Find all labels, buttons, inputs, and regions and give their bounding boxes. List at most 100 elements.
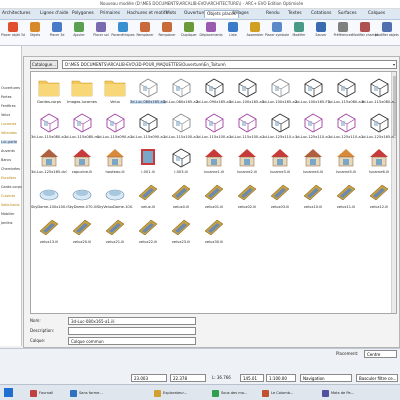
tree-item[interactable]: Bancs [1, 158, 11, 162]
object-thumbnail-item[interactable]: SkyDome-070.ili [67, 181, 97, 213]
object-thumbnail-item[interactable]: 3d-Luc-125x165-d... [361, 111, 396, 143]
object-thumbnail-item[interactable]: velux11.ili [331, 181, 361, 213]
object-thumbnail-item[interactable]: Gardes-corps [34, 76, 64, 108]
menu-tab[interactable]: Calques [368, 11, 385, 16]
tree-item[interactable]: Fenêtres [1, 104, 16, 108]
taskbar-app-button[interactable]: Le Colomb... [262, 389, 293, 398]
object-thumbnail-item[interactable]: velux01.ili [199, 181, 229, 213]
object-thumbnail-item[interactable]: velux10.ili [298, 181, 328, 213]
object-thumbnail-item[interactable]: Images-lucarnes [67, 76, 97, 108]
object-thumbnail-item[interactable]: 3d-Luc-115x080-a.ili [328, 76, 364, 108]
object-thumbnail-item[interactable]: 3d-Luc-115x080-m... [64, 111, 100, 143]
object-thumbnail-item[interactable]: velux13.ili [34, 216, 64, 248]
object-thumbnail-item[interactable]: 3d-Luc-115x100-a... [196, 111, 232, 143]
toolbar-button[interactable]: Ajouter [68, 22, 90, 42]
menu-tab[interactable]: Polygones [72, 11, 94, 16]
tree-item[interactable]: Garde-corps [1, 185, 22, 189]
object-thumbnail-item[interactable]: 3d-Luc-125x110-c... [262, 111, 298, 143]
taskbar-app-button[interactable]: Mots de Pa... [322, 389, 354, 398]
tree-item[interactable]: Auvents [1, 149, 15, 153]
object-thumbnail-item[interactable]: velux12.ili [364, 181, 394, 213]
object-thumbnail-item[interactable]: 3d-Luc-090x165-a1.ili [196, 76, 232, 108]
toolbar-button[interactable]: Modifier objets [375, 22, 399, 42]
taskbar-app-button[interactable]: Sans forme... [70, 389, 103, 398]
menu-tab[interactable]: Primaires [100, 11, 120, 16]
object-thumbnail-item[interactable]: velux.ili [133, 181, 163, 213]
object-thumbnail-item[interactable]: 3d-Luc-115x080-a... [31, 111, 67, 143]
property-value-field[interactable]: Calque commun [68, 337, 196, 345]
tree-item[interactable]: Ouvertures [1, 86, 20, 90]
toolbar-button[interactable]: Placer sol [90, 22, 112, 42]
library-tree-panel[interactable]: Ouvertures Portes Fenêtres Velux Lucarnes Vér… [0, 46, 22, 346]
toolbar-button[interactable]: Préférences [332, 22, 354, 42]
tree-item[interactable]: Jardins [1, 221, 12, 225]
taskbar-app-button[interactable]: Fournail [30, 389, 53, 398]
toolbar-button[interactable]: Déplacements [200, 22, 223, 42]
menu-tab[interactable]: Images [233, 11, 249, 16]
menu-tab[interactable]: Surfaces [338, 11, 357, 16]
object-thumbnail-grid[interactable]: Gardes-corps Images-lucarnes Velux 3d-Luc-0… [30, 71, 397, 314]
taskbar-app-button[interactable]: Sous des mo... [212, 389, 247, 398]
tree-item[interactable]: Cheminées [1, 167, 20, 171]
property-value-field[interactable] [68, 327, 196, 335]
toolbar-button[interactable]: Sauver [310, 22, 332, 42]
object-thumbnail-item[interactable]: velux02.ili [232, 181, 262, 213]
toolbar-button[interactable]: Objets [24, 22, 46, 42]
object-thumbnail-item[interactable]: 3d-Luc-115x080-a... [361, 76, 396, 108]
toolbar-button[interactable]: Placer 3d [46, 22, 68, 42]
object-thumbnail-item[interactable]: 3d-Luc-080x165-a1.ili [130, 76, 166, 108]
object-thumbnail-item[interactable]: 3d-Luc-125x110-a... [295, 111, 331, 143]
toolbar-button[interactable]: Modifier [288, 22, 310, 42]
tree-item[interactable]: Cuisines [1, 194, 15, 198]
menu-tab[interactable]: Lignes d'aide [40, 11, 68, 16]
catalog-button[interactable]: Catalogue... [30, 60, 58, 69]
menu-tab[interactable]: Rendu [266, 11, 280, 16]
object-thumbnail-item[interactable]: 3d-Luc-125x165-dv1.ili [31, 146, 67, 178]
object-thumbnail-item[interactable]: SkyDome-100x100.ili [31, 181, 67, 213]
toolbar-button[interactable]: Liste [222, 22, 244, 42]
menu-tab[interactable]: Architectures [2, 11, 31, 16]
tree-item[interactable]: Luc-porte [1, 140, 18, 144]
object-thumbnail-item[interactable]: lucarne3.ili [265, 146, 295, 178]
object-thumbnail-item[interactable]: 3d-Luc-115x090-a... [97, 111, 133, 143]
object-thumbnail-item[interactable]: lucarne2.ili [232, 146, 262, 178]
menu-tab[interactable]: Cotations [311, 11, 331, 16]
tree-item[interactable]: Escaliers [1, 176, 16, 180]
toolbar-button[interactable]: Remplacer [156, 22, 178, 42]
object-thumbnail-item[interactable]: lucarne6.ili [364, 146, 394, 178]
object-thumbnail-item[interactable]: velux30.ili [199, 216, 229, 248]
property-value-field[interactable]: 3d-Luc-080x165-a1.ili [68, 317, 196, 325]
object-thumbnail-item[interactable]: 3d-Luc-115x100-a... [229, 111, 265, 143]
object-thumbnail-item[interactable]: l-001.ili [133, 146, 163, 178]
object-thumbnail-item[interactable]: velux20.ili [67, 216, 97, 248]
path-dropdown[interactable]: D:\MES DOCUMENTS\ARCALIB-EVO\3D-POUR_MAQ… [62, 60, 397, 69]
object-thumbnail-item[interactable]: houteau.ili [100, 146, 130, 178]
menu-tab[interactable]: Hachures et motifs [127, 11, 168, 16]
object-thumbnail-item[interactable]: velux23.ili [166, 216, 196, 248]
toolbar-button[interactable]: Modifier champs [352, 22, 378, 42]
start-button-icon[interactable] [4, 388, 13, 397]
object-thumbnail-item[interactable]: l-003.ili [166, 146, 196, 178]
tree-item[interactable]: Salle-bains [1, 203, 20, 207]
object-thumbnail-item[interactable]: 3d-Luc-115x100-a... [163, 111, 199, 143]
navigation-select[interactable]: Navigation [300, 374, 352, 382]
object-thumbnail-item[interactable]: velux21.ili [100, 216, 130, 248]
object-thumbnail-item[interactable]: SkyVeluxDome-100... [97, 181, 133, 213]
toolbar-button[interactable]: Dupliquer [178, 22, 200, 42]
object-thumbnail-item[interactable]: 3d-Luc-115x090-a... [130, 111, 166, 143]
object-thumbnail-item[interactable]: capucine.ili [67, 146, 97, 178]
tree-item[interactable]: Mobilier [1, 212, 14, 216]
object-thumbnail-item[interactable]: Velux [100, 76, 130, 108]
object-thumbnail-item[interactable]: 3d-Luc-080x165-a2.ili [163, 76, 199, 108]
object-thumbnail-item[interactable]: lucarne5.ili [331, 146, 361, 178]
scale-select[interactable]: 1:100.00 [266, 374, 296, 382]
coord-y-field[interactable]: 22.378 [170, 374, 206, 382]
filter-select[interactable]: Basculer filtre ce... [356, 374, 398, 382]
toolbar-button[interactable]: Remplacer [134, 22, 156, 42]
menu-tab[interactable]: Textes [288, 11, 302, 16]
object-thumbnail-item[interactable]: velux0.ili [166, 181, 196, 213]
placement-select[interactable]: Centre [364, 350, 397, 358]
taskbar-app-button[interactable]: Explorateur... [154, 389, 187, 398]
object-thumbnail-item[interactable]: lucarne1.ili [199, 146, 229, 178]
tree-item[interactable]: Velux [1, 113, 10, 117]
